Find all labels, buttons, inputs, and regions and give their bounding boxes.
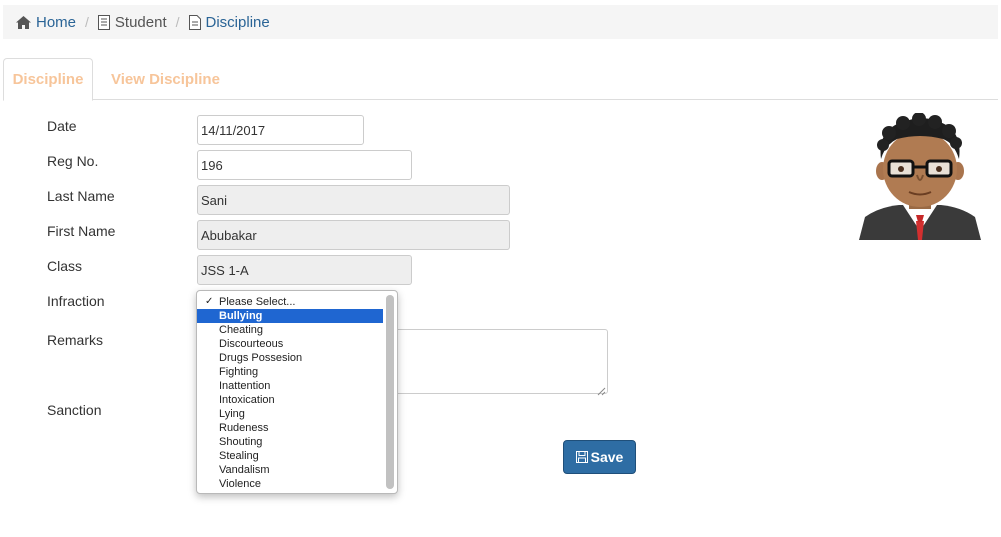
option-violence[interactable]: Violence — [197, 477, 383, 491]
option-cheating[interactable]: Cheating — [197, 323, 383, 337]
breadcrumb-student-label: Student — [114, 13, 167, 31]
breadcrumb: Home / Student / Discipline — [3, 5, 998, 39]
tab-bar: Discipline View Discipline — [3, 58, 998, 101]
infraction-options: ✓ Please Select... Bullying Cheating Disc… — [197, 295, 397, 491]
breadcrumb-student: Student — [97, 13, 167, 31]
first-name-field[interactable]: Abubakar — [197, 220, 510, 250]
option-discourteous[interactable]: Discourteous — [197, 337, 383, 351]
document-icon — [97, 14, 110, 30]
infraction-label: Infraction — [47, 293, 105, 309]
student-avatar — [859, 113, 981, 240]
last-name-field[interactable]: Sani — [197, 185, 510, 215]
class-field[interactable]: JSS 1-A — [197, 255, 412, 285]
remarks-textarea[interactable] — [394, 329, 608, 396]
breadcrumb-home[interactable]: Home — [16, 14, 76, 31]
reg-no-label: Reg No. — [47, 153, 99, 169]
option-please-select[interactable]: ✓ Please Select... — [197, 295, 383, 309]
option-inattention[interactable]: Inattention — [197, 379, 383, 393]
checkmark-icon: ✓ — [205, 296, 214, 307]
sanction-label: Sanction — [47, 402, 102, 418]
class-label: Class — [47, 258, 83, 274]
option-intoxication[interactable]: Intoxication — [197, 393, 383, 407]
option-fighting[interactable]: Fighting — [197, 365, 383, 379]
breadcrumb-separator: / — [175, 14, 180, 30]
save-button[interactable]: Save — [563, 440, 636, 474]
tab-discipline[interactable]: Discipline — [3, 58, 93, 101]
option-drugs-possesion[interactable]: Drugs Possesion — [197, 351, 383, 365]
option-bullying[interactable]: Bullying — [197, 309, 383, 323]
option-vandalism[interactable]: Vandalism — [197, 463, 383, 477]
remarks-label: Remarks — [47, 332, 104, 348]
dropdown-scrollbar-thumb[interactable] — [386, 295, 394, 489]
date-field[interactable]: 14/11/2017 — [197, 115, 364, 145]
last-name-label: Last Name — [47, 188, 115, 204]
breadcrumb-discipline-label: Discipline — [205, 13, 270, 31]
option-lying[interactable]: Lying — [197, 407, 383, 421]
breadcrumb-home-label: Home — [36, 13, 77, 31]
file-icon — [188, 14, 201, 30]
option-rudeness[interactable]: Rudeness — [197, 421, 383, 435]
reg-no-field[interactable]: 196 — [197, 150, 412, 180]
home-icon — [16, 15, 31, 29]
breadcrumb-separator: / — [85, 14, 89, 30]
first-name-label: First Name — [47, 223, 116, 239]
floppy-disk-icon — [575, 451, 588, 463]
resize-handle-icon[interactable] — [597, 383, 606, 396]
date-label: Date — [47, 118, 77, 134]
infraction-dropdown[interactable]: ✓ Please Select... Bullying Cheating Disc… — [196, 290, 398, 494]
option-stealing[interactable]: Stealing — [197, 449, 383, 463]
option-shouting[interactable]: Shouting — [197, 435, 383, 449]
save-button-label: Save — [590, 449, 624, 465]
breadcrumb-discipline[interactable]: Discipline — [188, 13, 270, 31]
tab-view-discipline[interactable]: View Discipline — [111, 58, 220, 100]
